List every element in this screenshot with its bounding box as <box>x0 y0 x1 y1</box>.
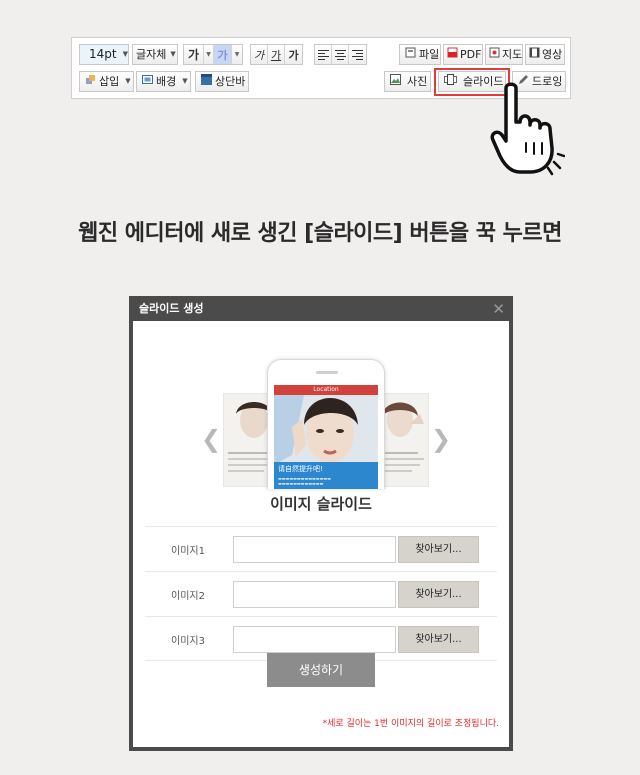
chevron-down-icon: ▼ <box>170 50 176 58</box>
align-right-icon[interactable] <box>349 45 366 64</box>
pdf-button[interactable]: PDF <box>443 44 483 65</box>
file-label: 파일 <box>419 48 440 61</box>
insert-icon <box>85 72 96 91</box>
font-family-select[interactable]: 글자체 ▼ <box>132 44 178 65</box>
font-size-select[interactable]: 14pt ▼ <box>79 44 129 65</box>
dialog-title: 슬라이드 생성 <box>139 302 204 315</box>
map-icon <box>489 45 500 64</box>
phone-header-bar: Location <box>274 385 378 395</box>
insert-select[interactable]: 삽입 ▼ <box>79 71 134 92</box>
slide-create-dialog: 슬라이드 생성 ✕ ❮ ❯ Location 请自然提升吧! ▬▬▬▬▬▬▬▬▬… <box>129 296 513 751</box>
topbar-label: 상단바 <box>215 75 246 88</box>
close-icon[interactable]: ✕ <box>492 296 505 322</box>
insert-label: 삽입 <box>99 75 120 88</box>
italic-button[interactable]: 가 <box>251 45 268 64</box>
slide-preview: ❮ ❯ Location 请自然提升吧! ▬▬▬▬▬▬▬▬▬▬▬▬▬▬ ▬▬▬▬… <box>133 321 509 489</box>
browse-button-1[interactable]: 찾아보기... <box>398 536 479 563</box>
film-icon <box>529 45 540 64</box>
topbar-button[interactable]: 상단바 <box>195 71 249 92</box>
section-title: 이미지 슬라이드 <box>270 495 372 513</box>
underline-button[interactable]: 가 <box>268 45 285 64</box>
video-label: 영상 <box>542 48 563 61</box>
phone-screen: Location 请自然提升吧! ▬▬▬▬▬▬▬▬▬▬▬▬▬▬ ▬▬▬▬▬▬▬▬… <box>274 385 378 489</box>
phone-mockup: Location 请自然提升吧! ▬▬▬▬▬▬▬▬▬▬▬▬▬▬ ▬▬▬▬▬▬▬▬… <box>267 359 385 489</box>
image-label: 이미지1 <box>171 546 205 557</box>
image-label: 이미지2 <box>171 591 205 602</box>
pdf-icon <box>447 45 458 64</box>
align-left-icon[interactable] <box>315 45 332 64</box>
image-2-path-input[interactable] <box>233 581 396 608</box>
text-style-group: 가 가 가 <box>250 44 303 65</box>
chevron-right-icon: ❯ <box>431 425 452 453</box>
image-3-path-input[interactable] <box>233 626 396 653</box>
image-row-1: 이미지1 찾아보기... <box>145 526 497 571</box>
dialog-title-bar: 슬라이드 생성 ✕ <box>133 296 509 321</box>
chevron-down-icon[interactable]: ▼ <box>232 45 242 64</box>
image-rows: 이미지1 찾아보기... 이미지2 찾아보기... 이미지3 찾아보기... <box>145 526 497 661</box>
strike-button[interactable]: 가 <box>285 45 302 64</box>
map-label: 지도 <box>502 48 523 61</box>
file-button[interactable]: 파일 <box>399 44 441 65</box>
chevron-down-icon: ▼ <box>125 77 131 85</box>
dialog-body: ❮ ❯ Location 请自然提升吧! ▬▬▬▬▬▬▬▬▬▬▬▬▬▬ ▬▬▬▬… <box>133 321 509 747</box>
phone-caption: 请自然提升吧! ▬▬▬▬▬▬▬▬▬▬▬▬▬▬ ▬▬▬▬▬▬▬▬▬▬▬▬ <box>274 462 378 489</box>
background-label: 배경 <box>156 75 177 88</box>
browse-button-2[interactable]: 찾아보기... <box>398 581 479 608</box>
image-row-2: 이미지2 찾아보기... <box>145 571 497 616</box>
height-note: *세로 길이는 1번 이미지의 길이로 조정됩니다. <box>322 719 499 729</box>
image-1-path-input[interactable] <box>233 536 396 563</box>
image-label: 이미지3 <box>171 636 205 647</box>
font-color-group: 가 ▼ 가 ▼ <box>183 44 243 65</box>
background-select[interactable]: 배경 ▼ <box>136 71 191 92</box>
chevron-down-icon: ▼ <box>182 77 188 85</box>
align-center-icon[interactable] <box>332 45 349 64</box>
photo-button[interactable]: 사진 <box>384 71 431 92</box>
create-button[interactable]: 생성하기 <box>267 653 375 687</box>
image-icon <box>390 72 401 91</box>
photo-label: 사진 <box>407 75 428 88</box>
caption-lines: ▬▬▬▬▬▬▬▬▬▬▬▬▬▬ ▬▬▬▬▬▬▬▬▬▬▬▬ <box>278 476 331 486</box>
caption-text: 请自然提升吧! <box>278 465 323 473</box>
chevron-down-icon: ▼ <box>122 50 128 58</box>
topbar-icon <box>201 72 212 91</box>
background-icon <box>142 72 153 91</box>
file-icon <box>405 45 416 64</box>
slide-icon <box>444 72 457 91</box>
location-label: Location <box>313 386 339 393</box>
browse-button-3[interactable]: 찾아보기... <box>398 626 479 653</box>
highlight-color-button[interactable]: 가 <box>214 45 232 64</box>
pdf-label: PDF <box>460 48 482 61</box>
video-button[interactable]: 영상 <box>525 44 565 65</box>
map-button[interactable]: 지도 <box>485 44 523 65</box>
align-group <box>314 44 367 65</box>
pointing-hand-icon <box>490 82 566 177</box>
font-size-value: 14pt <box>89 47 117 61</box>
chevron-left-icon: ❮ <box>201 425 222 453</box>
phone-speaker <box>316 371 338 374</box>
headline: 웹진 에디터에 새로 생긴 [슬라이드] 버튼을 꾹 누르면 <box>78 221 562 246</box>
chevron-down-icon[interactable]: ▼ <box>204 45 214 64</box>
bold-button[interactable]: 가 <box>184 45 204 64</box>
font-family-value: 글자체 <box>136 48 167 61</box>
